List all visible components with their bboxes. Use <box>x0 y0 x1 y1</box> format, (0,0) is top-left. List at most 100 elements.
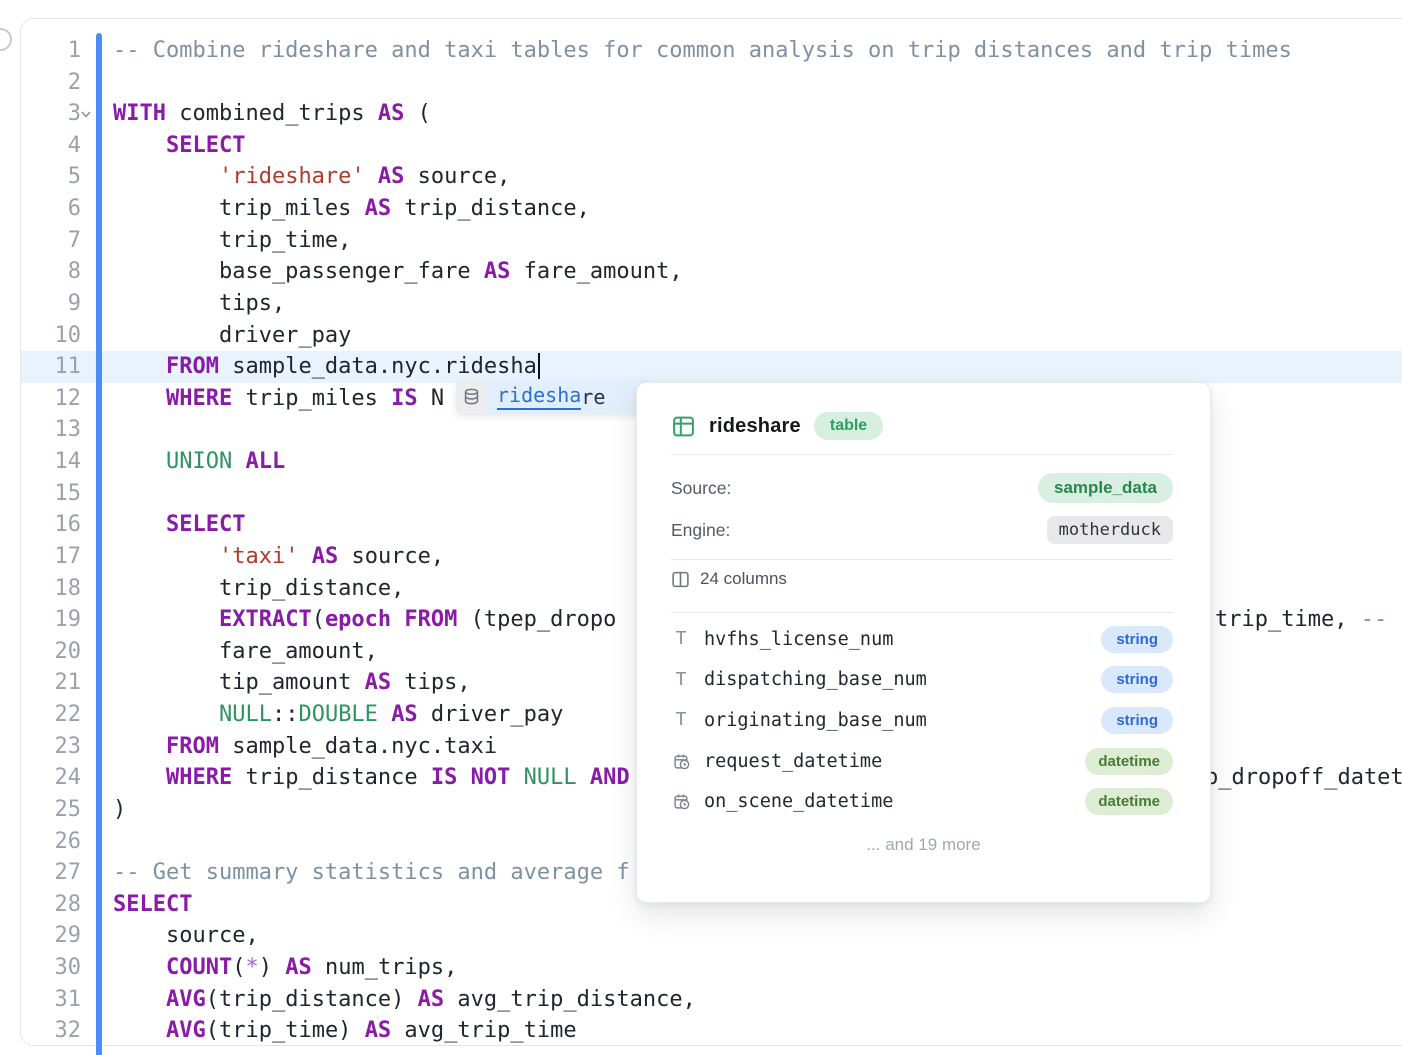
code-text: WITH combined_trips AS ( <box>113 98 431 130</box>
code-line[interactable]: 7 trip_time, <box>21 225 1402 257</box>
code-line[interactable]: 11 FROM sample_data.nyc.ridesha <box>21 351 1402 383</box>
column-row: on_scene_datetimedatetime <box>671 787 1173 817</box>
code-token <box>113 702 219 727</box>
code-token: NULL <box>219 702 272 727</box>
code-token: trip_time, <box>1215 607 1361 632</box>
code-token: num_trips, <box>312 955 458 980</box>
detail-label: Engine: <box>671 520 730 541</box>
column-row: Thvfhs_license_numstring <box>671 624 1173 654</box>
code-line[interactable]: 5 'rideshare' AS source, <box>21 161 1402 193</box>
line-number: 2 <box>29 67 81 99</box>
more-columns-text: ... and 19 more <box>637 835 1210 855</box>
code-line[interactable]: 3WITH combined_trips AS ( <box>21 98 1402 130</box>
line-number: 6 <box>29 193 81 225</box>
code-token: tip_amount <box>113 670 365 695</box>
code-token: trip_time, <box>113 228 351 253</box>
sql-editor-panel: 1-- Combine rideshare and taxi tables fo… <box>20 18 1402 1046</box>
code-token <box>113 765 166 790</box>
code-token: DOUBLE <box>298 702 377 727</box>
code-token: ) <box>259 955 286 980</box>
code-token: fare_amount, <box>510 259 682 284</box>
code-text: driver_pay <box>113 320 351 352</box>
code-token: p_dropoff_datet <box>1205 765 1402 790</box>
code-token: combined_trips <box>166 101 378 126</box>
line-number: 20 <box>29 636 81 668</box>
code-token: AS <box>312 544 339 569</box>
code-text-after-popup: trip_time, -- <box>1215 604 1387 636</box>
line-number: 5 <box>29 161 81 193</box>
type-text-icon: T <box>671 630 691 648</box>
column-type-badge: datetime <box>1085 748 1173 775</box>
code-text: trip_distance, <box>113 573 404 605</box>
code-token: AS <box>285 955 312 980</box>
code-token: * <box>245 955 258 980</box>
column-type-badge: string <box>1101 626 1173 653</box>
edge-widget-circle[interactable] <box>0 28 12 51</box>
code-text-after-popup: p_dropoff_datet <box>1205 762 1402 794</box>
line-number: 15 <box>29 478 81 510</box>
column-name: request_datetime <box>704 751 1085 772</box>
line-number: 31 <box>29 984 81 1016</box>
cell-focus-bar <box>96 33 102 1055</box>
column-name: hvfhs_license_num <box>704 629 1101 650</box>
code-line[interactable]: 4 SELECT <box>21 130 1402 162</box>
code-text: 'taxi' AS source, <box>113 541 444 573</box>
column-name: originating_base_num <box>704 710 1101 731</box>
line-number: 4 <box>29 130 81 162</box>
code-text: -- Get summary statistics and average f <box>113 857 630 889</box>
line-number: 17 <box>29 541 81 573</box>
code-token: tips, <box>391 670 470 695</box>
code-token <box>113 955 166 980</box>
line-number: 24 <box>29 762 81 794</box>
code-token: SELECT <box>113 892 192 917</box>
code-token <box>113 512 166 537</box>
code-line[interactable]: 31 AVG(trip_distance) AS avg_trip_distan… <box>21 984 1402 1016</box>
detail-row-engine: Engine:motherduck <box>671 515 1173 545</box>
line-number: 18 <box>29 573 81 605</box>
calendar-clock-icon <box>671 793 691 810</box>
code-line[interactable]: 6 trip_miles AS trip_distance, <box>21 193 1402 225</box>
code-line[interactable]: 30 COUNT(*) AS num_trips, <box>21 952 1402 984</box>
code-line[interactable]: 29 source, <box>21 920 1402 952</box>
code-token: epoch <box>325 607 391 632</box>
code-line[interactable]: 10 driver_pay <box>21 320 1402 352</box>
code-line[interactable]: 9 tips, <box>21 288 1402 320</box>
code-token: AS <box>378 101 405 126</box>
table-name: rideshare <box>709 415 801 438</box>
code-token <box>232 449 245 474</box>
code-token <box>113 607 219 632</box>
code-token: ( <box>312 607 325 632</box>
code-text: SELECT <box>113 130 245 162</box>
code-text: -- Combine rideshare and taxi tables for… <box>113 35 1292 67</box>
column-type-badge: string <box>1101 707 1173 734</box>
autocomplete-suffix-text: re <box>581 385 605 409</box>
hover-card-header: rideshare table <box>671 409 1173 443</box>
code-token: IS <box>431 765 458 790</box>
code-line[interactable]: 32 AVG(trip_time) AS avg_trip_time <box>21 1015 1402 1047</box>
code-text: trip_time, <box>113 225 351 257</box>
code-line[interactable]: 2 <box>21 67 1402 99</box>
code-line[interactable]: 8 base_passenger_fare AS fare_amount, <box>21 256 1402 288</box>
line-number: 10 <box>29 320 81 352</box>
code-token: source, <box>404 164 510 189</box>
code-token: -- <box>1361 607 1388 632</box>
code-token <box>510 765 523 790</box>
code-token: AND <box>590 765 630 790</box>
code-line[interactable]: 1-- Combine rideshare and taxi tables fo… <box>21 35 1402 67</box>
code-token: fare_amount, <box>113 639 378 664</box>
code-text: tip_amount AS tips, <box>113 667 471 699</box>
table-hover-card: rideshare table Source:sample_dataEngine… <box>636 382 1211 903</box>
autocomplete-item-rideshare[interactable]: rideshare <box>486 380 650 413</box>
code-token: source, <box>338 544 444 569</box>
line-number: 7 <box>29 225 81 257</box>
database-icon <box>456 380 486 413</box>
line-number: 30 <box>29 952 81 984</box>
code-token: ( <box>404 101 431 126</box>
code-token: source, <box>113 923 259 948</box>
code-token: ) <box>113 797 126 822</box>
code-token <box>113 734 166 759</box>
code-token: (trip_distance) <box>206 987 418 1012</box>
text-cursor <box>538 353 540 379</box>
code-token: avg_trip_distance, <box>444 987 696 1012</box>
fold-chevron-down-icon[interactable] <box>79 107 93 121</box>
